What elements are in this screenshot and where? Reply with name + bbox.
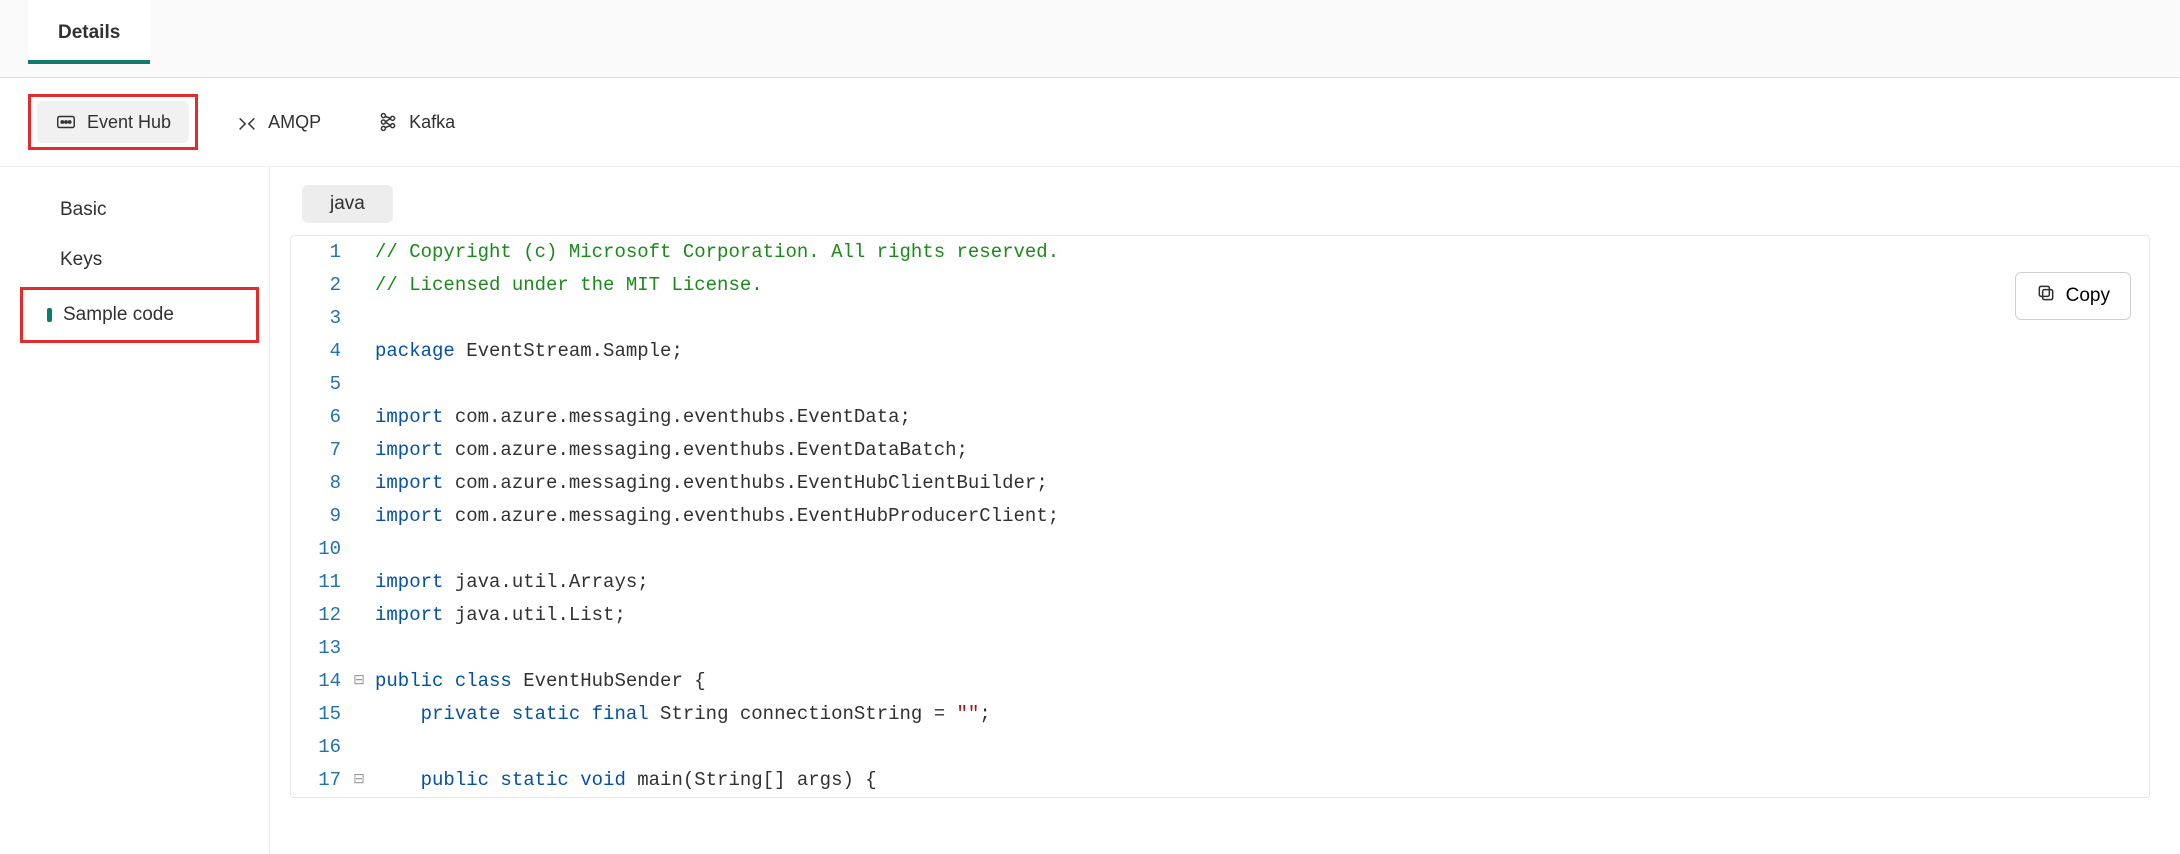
code-text: import com.azure.messaging.eventhubs.Eve… bbox=[371, 401, 2149, 434]
line-number: 10 bbox=[291, 533, 347, 566]
protocol-kafka[interactable]: Kafka bbox=[359, 101, 473, 143]
line-number: 5 bbox=[291, 368, 347, 401]
fold-toggle[interactable]: ⊟ bbox=[347, 764, 371, 797]
code-text bbox=[371, 533, 2149, 566]
line-number: 14 bbox=[291, 665, 347, 698]
sidebar-item-sample-code[interactable]: Sample code bbox=[23, 290, 256, 340]
code-text: import com.azure.messaging.eventhubs.Eve… bbox=[371, 434, 2149, 467]
protocol-event-hub-label: Event Hub bbox=[87, 112, 171, 133]
code-panel: java Copy 1 // Copyright (c) Microsoft Co… bbox=[270, 167, 2180, 854]
code-block: Copy 1 // Copyright (c) Microsoft Corpora… bbox=[290, 235, 2150, 798]
code-text: import com.azure.messaging.eventhubs.Eve… bbox=[371, 467, 2149, 500]
code-line: 2 // Licensed under the MIT License. bbox=[291, 269, 2149, 302]
protocol-event-hub[interactable]: Event Hub bbox=[37, 101, 189, 143]
code-line: 5 bbox=[291, 368, 2149, 401]
sidebar-item-label: Sample code bbox=[63, 304, 174, 325]
main-row: Basic Keys Sample code java bbox=[0, 167, 2180, 854]
amqp-icon bbox=[236, 111, 258, 133]
kafka-icon bbox=[377, 111, 399, 133]
protocol-amqp-label: AMQP bbox=[268, 112, 321, 133]
line-number: 16 bbox=[291, 731, 347, 764]
code-line: 8 import com.azure.messaging.eventhubs.Ev… bbox=[291, 467, 2149, 500]
line-number: 1 bbox=[291, 236, 347, 269]
line-number: 4 bbox=[291, 335, 347, 368]
line-number: 17 bbox=[291, 764, 347, 797]
line-number: 9 bbox=[291, 500, 347, 533]
line-number: 15 bbox=[291, 698, 347, 731]
tab-details[interactable]: Details bbox=[28, 0, 150, 64]
line-number: 6 bbox=[291, 401, 347, 434]
code-text: package EventStream.Sample; bbox=[371, 335, 2149, 368]
sidebar-item-label: Keys bbox=[60, 249, 102, 270]
code-text: // Copyright (c) Microsoft Corporation. … bbox=[371, 236, 2149, 269]
event-hub-icon bbox=[55, 111, 77, 133]
copy-button[interactable]: Copy bbox=[2015, 272, 2131, 320]
code-line: 12 import java.util.List; bbox=[291, 599, 2149, 632]
sidebar-item-label: Basic bbox=[60, 199, 106, 220]
code-line: 3 bbox=[291, 302, 2149, 335]
line-number: 12 bbox=[291, 599, 347, 632]
code-line: 4 package EventStream.Sample; bbox=[291, 335, 2149, 368]
code-line: 10 bbox=[291, 533, 2149, 566]
line-number: 3 bbox=[291, 302, 347, 335]
line-number: 2 bbox=[291, 269, 347, 302]
code-line: 11 import java.util.Arrays; bbox=[291, 566, 2149, 599]
sidebar-item-keys[interactable]: Keys bbox=[0, 235, 269, 285]
code-text: import java.util.List; bbox=[371, 599, 2149, 632]
line-number: 7 bbox=[291, 434, 347, 467]
app-root: Details Event Hub bbox=[0, 0, 2180, 835]
active-accent bbox=[47, 308, 52, 322]
code-line: 14⊟public class EventHubSender { bbox=[291, 665, 2149, 698]
code-text: public static void main(String[] args) { bbox=[371, 764, 2149, 797]
code-text: import java.util.Arrays; bbox=[371, 566, 2149, 599]
code-text: import com.azure.messaging.eventhubs.Eve… bbox=[371, 500, 2149, 533]
code-text bbox=[371, 302, 2149, 335]
sidebar: Basic Keys Sample code bbox=[0, 167, 270, 854]
line-number: 8 bbox=[291, 467, 347, 500]
copy-icon bbox=[2036, 283, 2056, 309]
code-content[interactable]: 1 // Copyright (c) Microsoft Corporation.… bbox=[291, 236, 2149, 797]
fold-toggle[interactable]: ⊟ bbox=[347, 665, 371, 698]
code-line: 16 bbox=[291, 731, 2149, 764]
code-text bbox=[371, 731, 2149, 764]
line-number: 13 bbox=[291, 632, 347, 665]
code-line: 1 // Copyright (c) Microsoft Corporation.… bbox=[291, 236, 2149, 269]
code-line: 6 import com.azure.messaging.eventhubs.Ev… bbox=[291, 401, 2149, 434]
highlight-event-hub: Event Hub bbox=[28, 94, 198, 150]
protocol-row: Event Hub AMQP bbox=[0, 78, 2180, 167]
code-text: // Licensed under the MIT License. bbox=[371, 269, 2149, 302]
code-text bbox=[371, 368, 2149, 401]
top-tab-bar: Details bbox=[0, 0, 2180, 78]
code-line: 9 import com.azure.messaging.eventhubs.Ev… bbox=[291, 500, 2149, 533]
protocol-kafka-label: Kafka bbox=[409, 112, 455, 133]
code-line: 7 import com.azure.messaging.eventhubs.Ev… bbox=[291, 434, 2149, 467]
sidebar-item-basic[interactable]: Basic bbox=[0, 185, 269, 235]
protocol-amqp[interactable]: AMQP bbox=[218, 101, 339, 143]
code-text bbox=[371, 632, 2149, 665]
highlight-sample-code: Sample code bbox=[20, 287, 259, 343]
code-line: 17⊟ public static void main(String[] arg… bbox=[291, 764, 2149, 797]
line-number: 11 bbox=[291, 566, 347, 599]
language-chip[interactable]: java bbox=[302, 185, 393, 223]
code-line: 13 bbox=[291, 632, 2149, 665]
code-text: private static final String connectionSt… bbox=[371, 698, 2149, 731]
copy-button-label: Copy bbox=[2066, 285, 2110, 307]
code-line: 15 private static final String connectio… bbox=[291, 698, 2149, 731]
code-text: public class EventHubSender { bbox=[371, 665, 2149, 698]
